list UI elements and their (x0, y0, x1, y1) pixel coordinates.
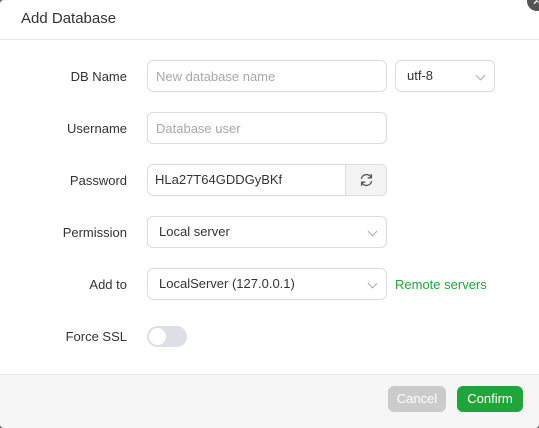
permission-label: Permission (62, 225, 127, 240)
confirm-button[interactable]: Confirm (457, 386, 523, 412)
password-label: Password (69, 173, 127, 188)
refresh-icon (360, 173, 373, 187)
add-to-label: Add to (89, 277, 127, 292)
force-ssl-toggle[interactable] (147, 326, 187, 347)
db-name-input[interactable] (147, 60, 387, 92)
chevron-down-icon (367, 278, 378, 289)
toggle-knob (149, 328, 166, 345)
add-to-select[interactable]: LocalServer (127.0.0.1) (147, 268, 387, 300)
refresh-password-button[interactable] (345, 165, 386, 195)
username-input[interactable] (147, 112, 387, 144)
charset-value: utf-8 (407, 68, 434, 83)
db-name-label: DB Name (70, 69, 127, 84)
password-value[interactable]: HLa27T64GDDGyBKf (155, 165, 282, 195)
permission-value: Local server (159, 224, 230, 239)
charset-select[interactable]: utf-8 (395, 60, 495, 92)
cancel-button[interactable]: Cancel (388, 386, 446, 412)
chevron-down-icon (367, 226, 378, 237)
username-label: Username (67, 121, 127, 136)
force-ssl-label: Force SSL (65, 329, 127, 344)
dialog-title: Add Database (21, 10, 117, 27)
chevron-down-icon (475, 70, 486, 81)
remote-servers-link[interactable]: Remote servers (395, 277, 487, 292)
password-field[interactable]: HLa27T64GDDGyBKf (147, 164, 387, 196)
permission-select[interactable]: Local server (147, 216, 387, 248)
add-to-value: LocalServer (127.0.0.1) (159, 276, 295, 291)
dialog-header: Add Database (0, 0, 539, 40)
dialog-footer: Cancel Confirm (0, 374, 539, 428)
add-database-dialog: Add Database ✕ DB Name utf-8 Username Pa… (0, 0, 539, 428)
